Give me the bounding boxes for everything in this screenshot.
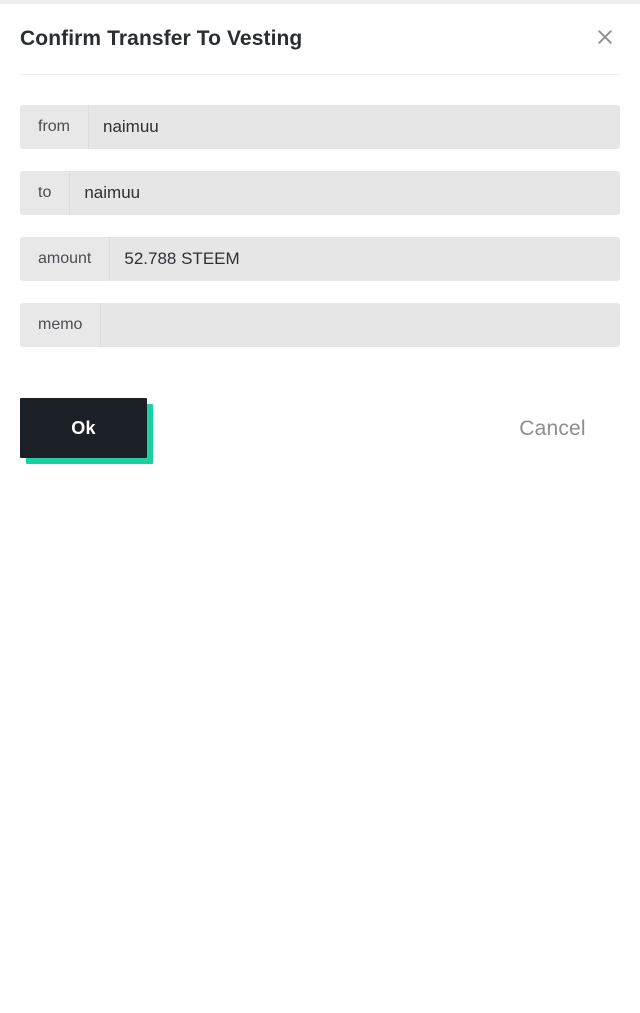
field-row-memo: memo [20,303,620,347]
confirm-button-wrap: Ok [20,398,153,464]
field-row-to: to [20,171,620,215]
amount-input[interactable] [110,237,620,281]
memo-input[interactable] [101,303,620,347]
field-label-to: to [20,171,71,215]
field-label-amount: amount [20,237,111,281]
confirm-button[interactable]: Ok [20,398,147,458]
close-icon [595,27,615,47]
header-divider [20,74,620,75]
dialog-header: Confirm Transfer To Vesting [0,4,640,75]
close-button[interactable] [590,22,620,52]
field-label-from: from [20,105,89,149]
cancel-button[interactable]: Cancel [485,412,620,446]
to-input[interactable] [70,171,620,215]
dialog-actions: Ok Cancel [0,394,640,484]
page-title: Confirm Transfer To Vesting [20,27,303,50]
field-row-from: from [20,105,620,149]
field-row-amount: amount [20,237,620,281]
field-label-memo: memo [20,303,102,347]
from-input[interactable] [89,105,620,149]
confirm-transfer-dialog: Confirm Transfer To Vesting from to amou… [0,4,640,464]
